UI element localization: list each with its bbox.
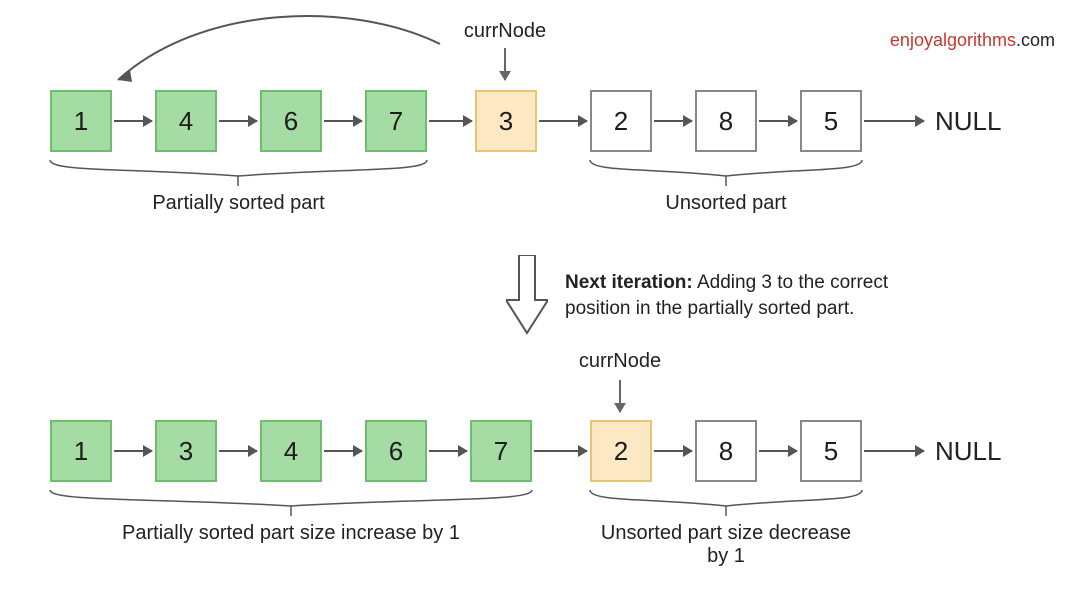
next-pointer-icon [429, 120, 472, 122]
node-value: 4 [179, 106, 193, 137]
list-node: 5 [800, 90, 862, 152]
null-label: NULL [935, 106, 1001, 137]
sorted-caption: Partially sorted part [50, 192, 427, 215]
node-value: 6 [389, 436, 403, 467]
list-node: 8 [695, 90, 757, 152]
list-node: 6 [365, 420, 427, 482]
node-value: 5 [824, 436, 838, 467]
next-pointer-icon [534, 450, 587, 452]
list-node: 6 [260, 90, 322, 152]
node-value: 8 [719, 106, 733, 137]
list-node: 7 [365, 90, 427, 152]
next-pointer-icon [654, 450, 692, 452]
next-pointer-icon [324, 450, 362, 452]
stage-before: currNode 1 4 6 7 3 2 8 5 NULL Partially … [0, 20, 1080, 240]
brace-unsorted [590, 160, 862, 190]
list-node: 4 [260, 420, 322, 482]
node-value: 7 [494, 436, 508, 467]
insertion-curve-arrow [0, 20, 540, 100]
brace-unsorted [590, 490, 862, 520]
next-pointer-icon [864, 120, 924, 122]
list-node: 8 [695, 420, 757, 482]
unsorted-caption: Unsorted part [590, 192, 862, 215]
next-pointer-icon [219, 450, 257, 452]
sorted-caption: Partially sorted part size increase by 1 [50, 522, 532, 545]
next-pointer-icon [219, 120, 257, 122]
next-pointer-icon [539, 120, 587, 122]
node-value: 1 [74, 436, 88, 467]
next-pointer-icon [864, 450, 924, 452]
transition-text: Next iteration: Adding 3 to the correct … [565, 270, 935, 321]
node-value: 8 [719, 436, 733, 467]
brace-sorted [50, 160, 427, 190]
node-value: 7 [389, 106, 403, 137]
next-pointer-icon [759, 450, 797, 452]
null-label: NULL [935, 436, 1001, 467]
list-node: 1 [50, 90, 112, 152]
transition-arrow-icon [506, 255, 548, 337]
list-node-current: 3 [475, 90, 537, 152]
next-pointer-icon [114, 450, 152, 452]
transition-heading: Next iteration: [565, 272, 693, 293]
node-value: 5 [824, 106, 838, 137]
list-node-current: 2 [590, 420, 652, 482]
currnode-pointer-arrow [619, 380, 621, 412]
node-value: 4 [284, 436, 298, 467]
node-value: 2 [614, 106, 628, 137]
node-value: 6 [284, 106, 298, 137]
node-value: 2 [614, 436, 628, 467]
brace-sorted [50, 490, 532, 520]
next-pointer-icon [429, 450, 467, 452]
next-pointer-icon [114, 120, 152, 122]
list-node: 2 [590, 90, 652, 152]
node-value: 1 [74, 106, 88, 137]
list-node: 3 [155, 420, 217, 482]
stage-after: currNode 1 3 4 6 7 2 8 5 NULL Partially … [0, 360, 1080, 580]
currnode-label: currNode [560, 350, 680, 373]
unsorted-caption: Unsorted part size decrease by 1 [590, 522, 862, 568]
list-node: 1 [50, 420, 112, 482]
node-value: 3 [499, 106, 513, 137]
node-value: 3 [179, 436, 193, 467]
next-pointer-icon [654, 120, 692, 122]
list-node: 4 [155, 90, 217, 152]
next-pointer-icon [324, 120, 362, 122]
list-node: 5 [800, 420, 862, 482]
next-pointer-icon [759, 120, 797, 122]
list-node: 7 [470, 420, 532, 482]
